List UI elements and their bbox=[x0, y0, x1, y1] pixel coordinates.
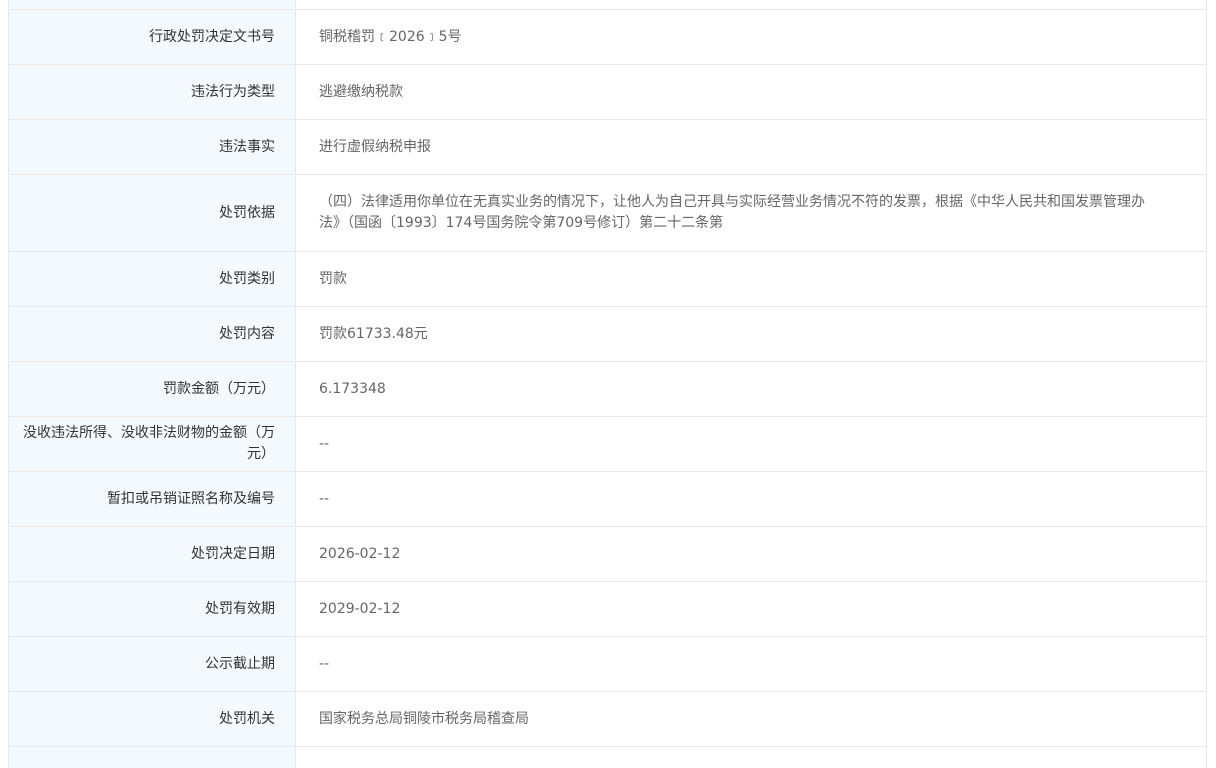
row-label: 处罚决定日期 bbox=[9, 527, 296, 581]
row-label: 没收违法所得、没收非法财物的金额（万元） bbox=[9, 417, 296, 471]
row-value: （四）法律适用你单位在无真实业务的情况下，让他人为自己开具与实际经营业务情况不符… bbox=[296, 175, 1207, 251]
row-value: 铜税稽罚﹝2026﹞5号 bbox=[296, 10, 1207, 64]
table-row-decision-date: 处罚决定日期 2026-02-12 bbox=[9, 527, 1207, 582]
row-label: 处罚类别 bbox=[9, 252, 296, 306]
table-row-validity-date: 处罚有效期 2029-02-12 bbox=[9, 582, 1207, 637]
row-value: 逃避缴纳税款 bbox=[296, 65, 1207, 119]
table-row bbox=[9, 747, 1207, 768]
row-value: 罚款61733.48元 bbox=[296, 307, 1207, 361]
row-value bbox=[296, 747, 1207, 768]
row-label: 公示截止期 bbox=[9, 637, 296, 691]
table-row-fine-amount: 罚款金额（万元） 6.173348 bbox=[9, 362, 1207, 417]
table-row-penalty-authority: 处罚机关 国家税务总局铜陵市税务局稽查局 bbox=[9, 692, 1207, 747]
row-value: 2029-02-12 bbox=[296, 582, 1207, 636]
row-label: 违法行为类型 bbox=[9, 65, 296, 119]
table-row-penalty-category: 处罚类别 罚款 bbox=[9, 252, 1207, 307]
row-label: 处罚有效期 bbox=[9, 582, 296, 636]
row-label bbox=[9, 0, 296, 9]
row-value: 国家税务总局铜陵市税务局稽查局 bbox=[296, 692, 1207, 746]
table-row-penalty-content: 处罚内容 罚款61733.48元 bbox=[9, 307, 1207, 362]
table-row-violation-type: 违法行为类型 逃避缴纳税款 bbox=[9, 65, 1207, 120]
row-label: 处罚依据 bbox=[9, 175, 296, 251]
table-row-violation-facts: 违法事实 进行虚假纳税申报 bbox=[9, 120, 1207, 175]
row-label: 处罚机关 bbox=[9, 692, 296, 746]
row-label: 处罚内容 bbox=[9, 307, 296, 361]
penalty-detail-table: 行政处罚决定文书号 铜税稽罚﹝2026﹞5号 违法行为类型 逃避缴纳税款 违法事… bbox=[8, 0, 1207, 768]
row-value: -- bbox=[296, 472, 1207, 526]
table-row-confiscation-amount: 没收违法所得、没收非法财物的金额（万元） -- bbox=[9, 417, 1207, 472]
row-value: -- bbox=[296, 417, 1207, 471]
page: 行政处罚决定文书号 铜税稽罚﹝2026﹞5号 违法行为类型 逃避缴纳税款 违法事… bbox=[0, 0, 1216, 768]
table-row-license-revocation: 暂扣或吊销证照名称及编号 -- bbox=[9, 472, 1207, 527]
row-value: 6.173348 bbox=[296, 362, 1207, 416]
row-value: -- bbox=[296, 637, 1207, 691]
row-value: 罚款 bbox=[296, 252, 1207, 306]
table-row-document-number: 行政处罚决定文书号 铜税稽罚﹝2026﹞5号 bbox=[9, 10, 1207, 65]
table-row-publicity-deadline: 公示截止期 -- bbox=[9, 637, 1207, 692]
row-label: 暂扣或吊销证照名称及编号 bbox=[9, 472, 296, 526]
row-label: 行政处罚决定文书号 bbox=[9, 10, 296, 64]
row-label: 罚款金额（万元） bbox=[9, 362, 296, 416]
row-label bbox=[9, 747, 296, 768]
row-label: 违法事实 bbox=[9, 120, 296, 174]
table-row-penalty-basis: 处罚依据 （四）法律适用你单位在无真实业务的情况下，让他人为自己开具与实际经营业… bbox=[9, 175, 1207, 252]
row-value: 2026-02-12 bbox=[296, 527, 1207, 581]
row-value bbox=[296, 0, 1207, 9]
row-value: 进行虚假纳税申报 bbox=[296, 120, 1207, 174]
table-row bbox=[9, 0, 1207, 10]
